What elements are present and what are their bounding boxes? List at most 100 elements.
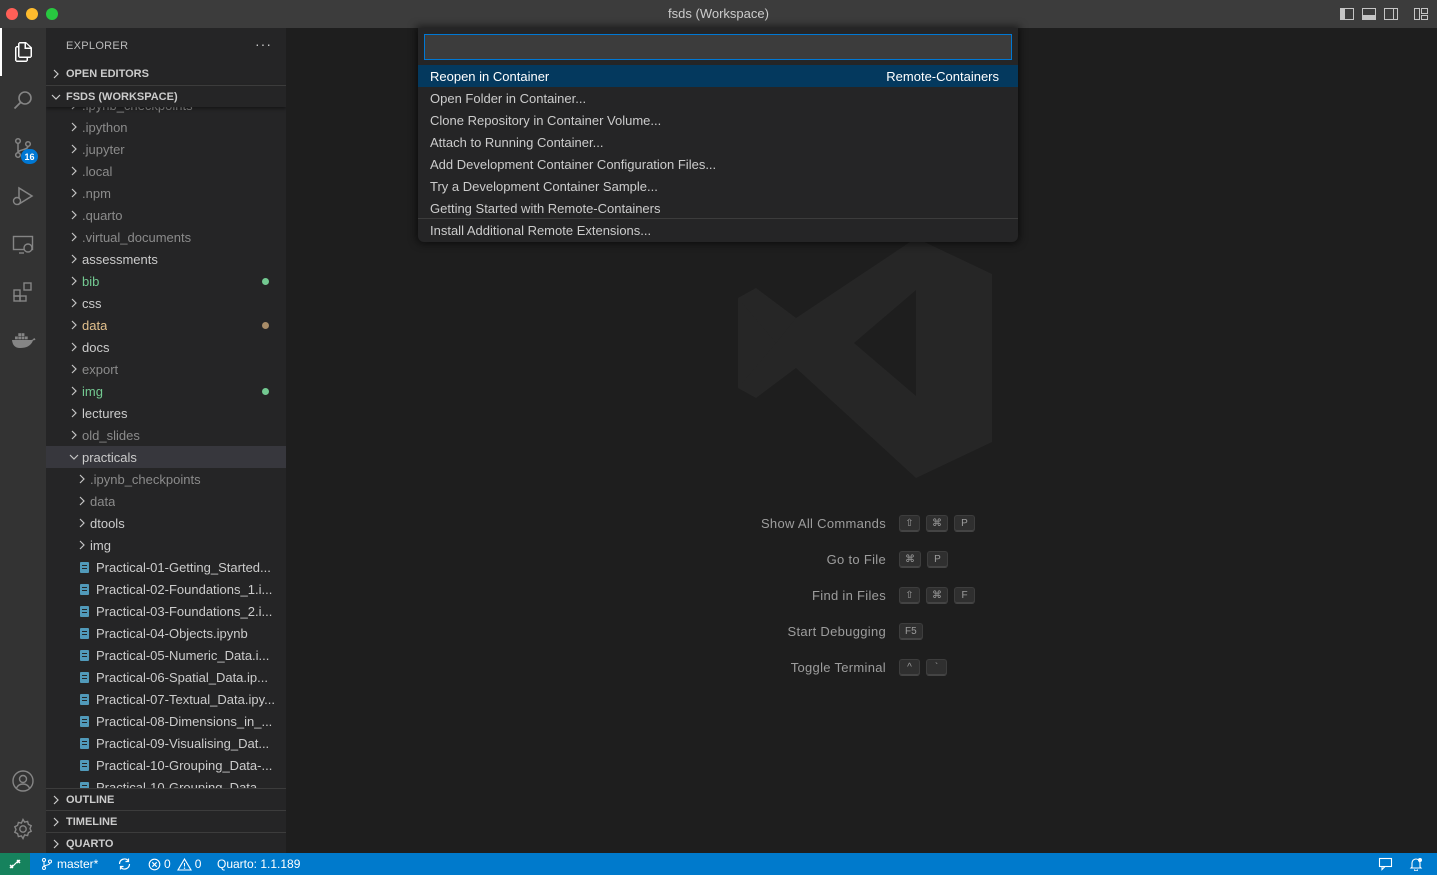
chevron-right-icon bbox=[66, 430, 82, 440]
file-tree-label: Practical-10-Grouping_Data... bbox=[96, 779, 268, 789]
file-tree-label: Practical-03-Foundations_2.i... bbox=[96, 603, 273, 619]
source-control-icon[interactable]: 16 bbox=[0, 124, 46, 172]
open-editors-section[interactable]: OPEN EDITORS bbox=[46, 63, 286, 85]
file-tree-label: lectures bbox=[82, 405, 128, 421]
file-tree-folder[interactable]: img bbox=[46, 380, 286, 402]
file-tree-file[interactable]: Practical-04-Objects.ipynb bbox=[46, 622, 286, 644]
explorer-icon[interactable] bbox=[0, 28, 46, 76]
file-tree-label: dtools bbox=[90, 515, 125, 531]
file-tree-folder[interactable]: .ipython bbox=[46, 116, 286, 138]
remote-indicator-button[interactable] bbox=[0, 853, 30, 875]
file-tree-folder[interactable]: export bbox=[46, 358, 286, 380]
toggle-secondary-sidebar-icon[interactable] bbox=[1383, 6, 1399, 22]
chevron-right-icon bbox=[66, 298, 82, 308]
shortcut-keys: ^ ` bbox=[899, 658, 947, 676]
file-tree-folder[interactable]: .local bbox=[46, 160, 286, 182]
file-tree-folder[interactable]: css bbox=[46, 292, 286, 314]
file-tree-folder[interactable]: dtools bbox=[46, 512, 286, 534]
quick-pick-item-detail: Remote-Containers bbox=[886, 68, 999, 84]
file-tree-file[interactable]: Practical-03-Foundations_2.i... bbox=[46, 600, 286, 622]
manage-gear-icon[interactable] bbox=[0, 805, 46, 853]
workspace-section[interactable]: FSDS (WORKSPACE) bbox=[46, 85, 286, 107]
extensions-icon[interactable] bbox=[0, 268, 46, 316]
file-tree-folder[interactable]: .npm bbox=[46, 182, 286, 204]
quick-pick-input[interactable] bbox=[424, 34, 1012, 60]
file-tree-file[interactable]: Practical-09-Visualising_Dat... bbox=[46, 732, 286, 754]
keybinding-key: F bbox=[954, 586, 975, 604]
file-tree-folder[interactable]: .ipynb_checkpoints bbox=[46, 468, 286, 490]
sync-icon bbox=[118, 858, 131, 870]
sync-button[interactable] bbox=[117, 853, 132, 875]
file-tree-file[interactable]: Practical-06-Spatial_Data.ip... bbox=[46, 666, 286, 688]
toggle-primary-sidebar-icon[interactable] bbox=[1339, 6, 1355, 22]
docker-icon[interactable] bbox=[0, 316, 46, 364]
quarto-section[interactable]: QUARTO bbox=[46, 832, 286, 853]
quick-pick-item[interactable]: Add Development Container Configuration … bbox=[418, 153, 1018, 175]
shortcut-row: Find in Files ⇧ ⌘ F bbox=[286, 585, 1437, 605]
shortcut-keys: ⌘ P bbox=[899, 550, 948, 568]
search-icon[interactable] bbox=[0, 76, 46, 124]
run-debug-icon[interactable] bbox=[0, 172, 46, 220]
problems-status[interactable]: 0 0 bbox=[148, 853, 201, 875]
file-tree-folder[interactable]: lectures bbox=[46, 402, 286, 424]
feedback-button[interactable] bbox=[1378, 853, 1393, 875]
branch-status[interactable]: master* bbox=[40, 853, 98, 875]
file-tree-folder[interactable]: data bbox=[46, 314, 286, 336]
file-tree-file[interactable]: Practical-10-Grouping_Data-... bbox=[46, 754, 286, 776]
quick-pick-item-label: Reopen in Container bbox=[430, 68, 550, 84]
warning-count: 0 bbox=[194, 857, 202, 871]
file-tree-folder[interactable]: bib bbox=[46, 270, 286, 292]
file-tree-folder[interactable]: assessments bbox=[46, 248, 286, 270]
file-tree-label: img bbox=[90, 537, 111, 553]
file-tree-folder[interactable]: img bbox=[46, 534, 286, 556]
explorer-sidebar: EXPLORER ··· OPEN EDITORS FSDS (WORKSPAC… bbox=[46, 28, 286, 853]
title-bar: fsds (Workspace) bbox=[0, 0, 1437, 28]
outline-section[interactable]: OUTLINE bbox=[46, 788, 286, 810]
customize-layout-icon[interactable] bbox=[1413, 6, 1429, 22]
file-tree-file[interactable]: Practical-01-Getting_Started... bbox=[46, 556, 286, 578]
file-tree-file[interactable]: Practical-10-Grouping_Data... bbox=[46, 776, 286, 788]
timeline-section[interactable]: TIMELINE bbox=[46, 810, 286, 832]
quick-pick-item-install-extensions[interactable]: Install Additional Remote Extensions... bbox=[418, 219, 1018, 241]
keybinding-key: ⌘ bbox=[926, 514, 948, 532]
file-tree-file[interactable]: Practical-07-Textual_Data.ipy... bbox=[46, 688, 286, 710]
file-tree-folder[interactable]: .ipynb_checkpoints bbox=[46, 106, 286, 116]
file-tree-file[interactable]: Practical-08-Dimensions_in_... bbox=[46, 710, 286, 732]
quick-pick-item[interactable]: Attach to Running Container... bbox=[418, 131, 1018, 153]
quick-pick-item[interactable]: Try a Development Container Sample... bbox=[418, 175, 1018, 197]
remote-explorer-icon[interactable] bbox=[0, 220, 46, 268]
file-tree-folder[interactable]: docs bbox=[46, 336, 286, 358]
more-actions-button[interactable]: ··· bbox=[255, 36, 272, 52]
file-tree-folder[interactable]: old_slides bbox=[46, 424, 286, 446]
file-tree-folder[interactable]: practicals bbox=[46, 446, 286, 468]
file-tree-folder[interactable]: .virtual_documents bbox=[46, 226, 286, 248]
error-icon bbox=[148, 858, 161, 870]
notifications-button[interactable] bbox=[1409, 853, 1423, 875]
shortcut-label: Toggle Terminal bbox=[790, 659, 886, 675]
quick-pick-item[interactable]: Open Folder in Container... bbox=[418, 87, 1018, 109]
file-tree-file[interactable]: Practical-05-Numeric_Data.i... bbox=[46, 644, 286, 666]
toggle-panel-icon[interactable] bbox=[1361, 6, 1377, 22]
notebook-file-icon bbox=[78, 737, 90, 749]
command-quick-pick: Reopen in Container Remote-Containers Open… bbox=[418, 28, 1018, 242]
shortcut-keys: F5 bbox=[899, 622, 923, 640]
file-tree-file[interactable]: Practical-02-Foundations_1.i... bbox=[46, 578, 286, 600]
notebook-file-icon bbox=[78, 759, 90, 771]
notebook-file-icon bbox=[78, 671, 90, 683]
file-tree-folder[interactable]: data bbox=[46, 490, 286, 512]
chevron-right-icon bbox=[66, 254, 82, 264]
quick-pick-item-label: Install Additional Remote Extensions... bbox=[430, 222, 652, 238]
file-tree-folder[interactable]: .quarto bbox=[46, 204, 286, 226]
file-tree-folder[interactable]: .jupyter bbox=[46, 138, 286, 160]
quick-pick-item[interactable]: Reopen in Container Remote-Containers bbox=[418, 65, 1018, 87]
quarto-version-status[interactable]: Quarto: 1.1.189 bbox=[217, 853, 300, 875]
file-tree-label: Practical-06-Spatial_Data.ip... bbox=[96, 669, 268, 685]
keybinding-key: P bbox=[927, 550, 948, 568]
quick-pick-item-label: Open Folder in Container... bbox=[430, 90, 587, 106]
quick-pick-item[interactable]: Clone Repository in Container Volume... bbox=[418, 109, 1018, 131]
accounts-icon[interactable] bbox=[0, 757, 46, 805]
quick-pick-item[interactable]: Getting Started with Remote-Containers bbox=[418, 197, 1018, 219]
chevron-right-icon bbox=[66, 364, 82, 374]
shortcut-row: Go to File ⌘ P bbox=[286, 549, 1437, 569]
chevron-right-icon bbox=[66, 408, 82, 418]
